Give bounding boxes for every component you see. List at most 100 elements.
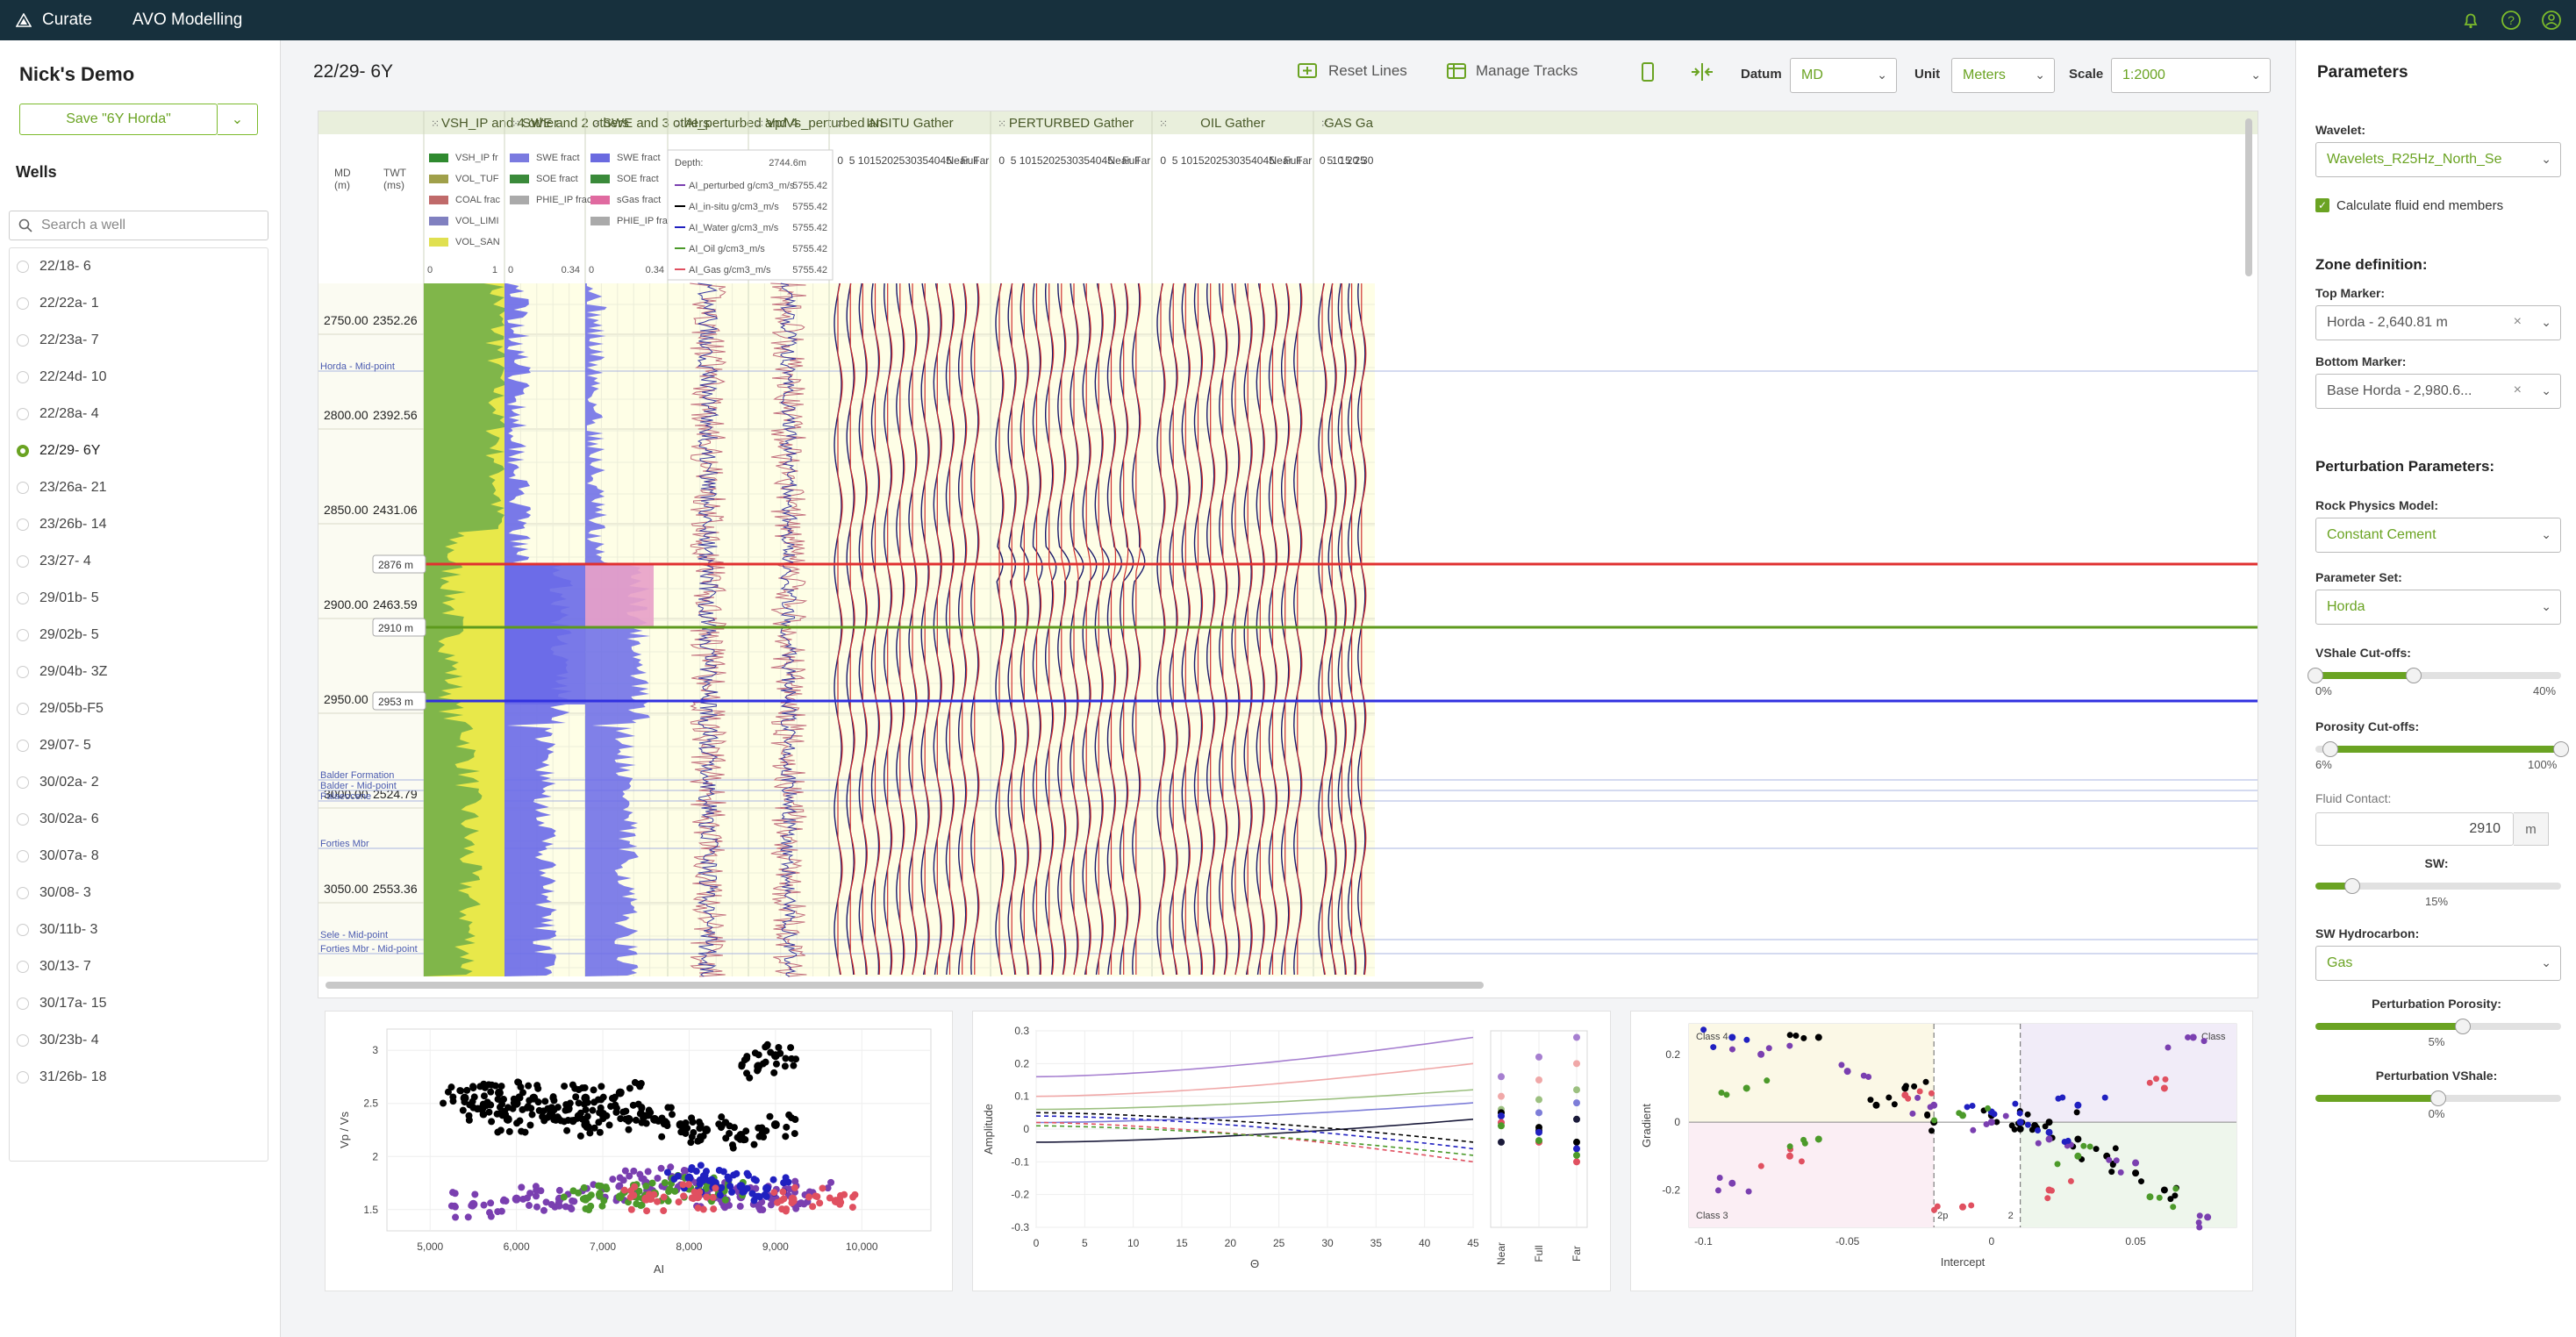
well-search-input[interactable]: Search a well [9,211,268,240]
well-radio[interactable] [17,445,29,457]
well-radio[interactable] [17,1071,29,1083]
user-icon[interactable] [2539,8,2564,32]
scatter-point [521,1128,529,1136]
slider-handle[interactable] [2430,1090,2446,1106]
scale-select[interactable]: 1:2000 ⌄ [2111,58,2271,93]
sw-hydrocarbon-select[interactable]: Gas ⌄ [2315,946,2561,981]
well-radio[interactable] [17,666,29,678]
slider-handle-max[interactable] [2553,741,2569,757]
parameter-set-select[interactable]: Horda ⌄ [2315,590,2561,625]
well-item[interactable]: 22/28a- 4 [10,396,268,433]
well-radio[interactable] [17,813,29,826]
well-item[interactable]: 22/23a- 7 [10,322,268,359]
well-radio[interactable] [17,887,29,899]
well-radio[interactable] [17,924,29,936]
well-item[interactable]: 30/13- 7 [10,948,268,985]
top-marker-select[interactable]: Horda - 2,640.81 m × ⌄ [2315,305,2561,340]
sw-slider[interactable] [2315,878,2561,894]
save-button[interactable]: Save "6Y Horda" [19,104,218,135]
well-radio[interactable] [17,592,29,604]
porosity-cutoffs-slider[interactable] [2315,741,2569,757]
well-item[interactable]: 30/23b- 4 [10,1022,268,1059]
well-item[interactable]: 30/02a- 2 [10,764,268,801]
slider-handle-max[interactable] [2406,668,2422,683]
well-item[interactable]: 29/01b- 5 [10,580,268,617]
well-radio[interactable] [17,371,29,383]
slider-handle-min[interactable] [2308,668,2323,683]
well-item[interactable]: 30/07a- 8 [10,838,268,875]
well-log-tracks[interactable]: ⁙ VSH_IP and 4 other ⁙ SWE and 2 others ⁙ SWE… [318,111,2258,998]
slider-handle[interactable] [2455,1019,2471,1034]
vshale-cutoffs-slider[interactable] [2308,668,2561,683]
well-radio[interactable] [17,518,29,531]
scatter-point [1964,1104,1971,1111]
rock-physics-select[interactable]: Constant Cement ⌄ [2315,518,2561,553]
portrait-view-icon[interactable] [1641,61,1655,82]
perturbation-title: Perturbation Parameters: [2315,458,2495,475]
well-item[interactable]: 30/02a- 6 [10,801,268,838]
wavelet-select[interactable]: Wavelets_R25Hz_North_Se ⌄ [2315,142,2561,177]
reset-lines-icon [1298,63,1317,78]
well-radio[interactable] [17,297,29,310]
well-item[interactable]: 29/02b- 5 [10,617,268,654]
well-item[interactable]: 29/05b-F5 [10,690,268,727]
well-radio[interactable] [17,261,29,273]
pert-porosity-slider[interactable] [2315,1019,2561,1034]
reset-lines-button[interactable]: Reset Lines [1297,61,1407,81]
well-item[interactable]: 22/24d- 10 [10,359,268,396]
well-item[interactable]: 22/18- 6 [10,248,268,285]
scatter-point [742,1127,750,1135]
scatter-point [487,1101,495,1109]
well-radio[interactable] [17,961,29,973]
calc-fluid-checkbox[interactable]: ✓ [2315,198,2329,212]
pert-vshale-slider[interactable] [2315,1090,2561,1106]
well-item[interactable]: 22/22a- 1 [10,285,268,322]
well-radio[interactable] [17,850,29,862]
well-item[interactable]: 23/26b- 14 [10,506,268,543]
x-tick-label: 6,000 [504,1240,530,1253]
tracks-canvas[interactable]: ⁙ VSH_IP and 4 other⁙ SWE and 2 others⁙ SWE… [318,111,2258,997]
well-radio[interactable] [17,740,29,752]
clear-icon[interactable]: × [2514,314,2522,330]
well-radio[interactable] [17,776,29,789]
bottom-marker-select[interactable]: Base Horda - 2,980.6... × ⌄ [2315,374,2561,409]
well-item[interactable]: 23/26a- 21 [10,469,268,506]
fit-width-icon[interactable] [1690,61,1714,82]
legend-scale-min: 0 [589,265,594,275]
scatter-point [644,1168,652,1176]
well-radio[interactable] [17,334,29,347]
well-radio[interactable] [17,1034,29,1047]
clear-icon[interactable]: × [2514,383,2522,398]
app-name[interactable]: AVO Modelling [132,11,242,30]
well-item[interactable]: 22/29- 6Y [10,433,268,469]
scatter-point [1905,1095,1912,1102]
well-radio[interactable] [17,629,29,641]
brand[interactable]: Curate [16,11,92,30]
well-item[interactable]: 23/27- 4 [10,543,268,580]
save-dropdown-button[interactable]: ⌄ [218,104,258,135]
help-icon[interactable]: ? [2499,8,2523,32]
well-radio[interactable] [17,408,29,420]
unit-select[interactable]: Meters ⌄ [1951,58,2055,93]
slider-handle[interactable] [2344,878,2360,894]
ai-vpvs-crossplot[interactable]: 5,000 6,000 7,000 8,000 9,000 10,000 1.5 2 2.5 3 A… [325,1011,953,1291]
intercept-gradient-crossplot[interactable]: Class 4 Class 3 Class 2p 2 -0.1 -0.05 0 0.05 0.2 0… [1630,1011,2253,1291]
well-item[interactable]: 30/11b- 3 [10,912,268,948]
well-radio[interactable] [17,555,29,568]
well-item[interactable]: 30/17a- 15 [10,985,268,1022]
chevron-down-icon: ⌄ [2541,527,2551,541]
amplitude-angle-chart[interactable]: 0 5 10 15 20 25 30 35 40 45 0.3 0.2 0.1 0 -0.1 -0.2 -0.3… [972,1011,1611,1291]
well-item[interactable]: 31/26b- 18 [10,1059,268,1096]
fluid-contact-input[interactable]: 2910 [2315,812,2514,846]
well-item[interactable]: 29/04b- 3Z [10,654,268,690]
datum-select[interactable]: MD ⌄ [1790,58,1897,93]
slider-handle-min[interactable] [2322,741,2338,757]
sw-hydrocarbon-label: SW Hydrocarbon: [2315,926,2420,940]
well-radio[interactable] [17,703,29,715]
well-radio[interactable] [17,997,29,1010]
well-item[interactable]: 29/07- 5 [10,727,268,764]
well-radio[interactable] [17,482,29,494]
bell-icon[interactable] [2458,8,2483,32]
well-item[interactable]: 30/08- 3 [10,875,268,912]
manage-tracks-button[interactable]: Manage Tracks [1446,61,1578,81]
